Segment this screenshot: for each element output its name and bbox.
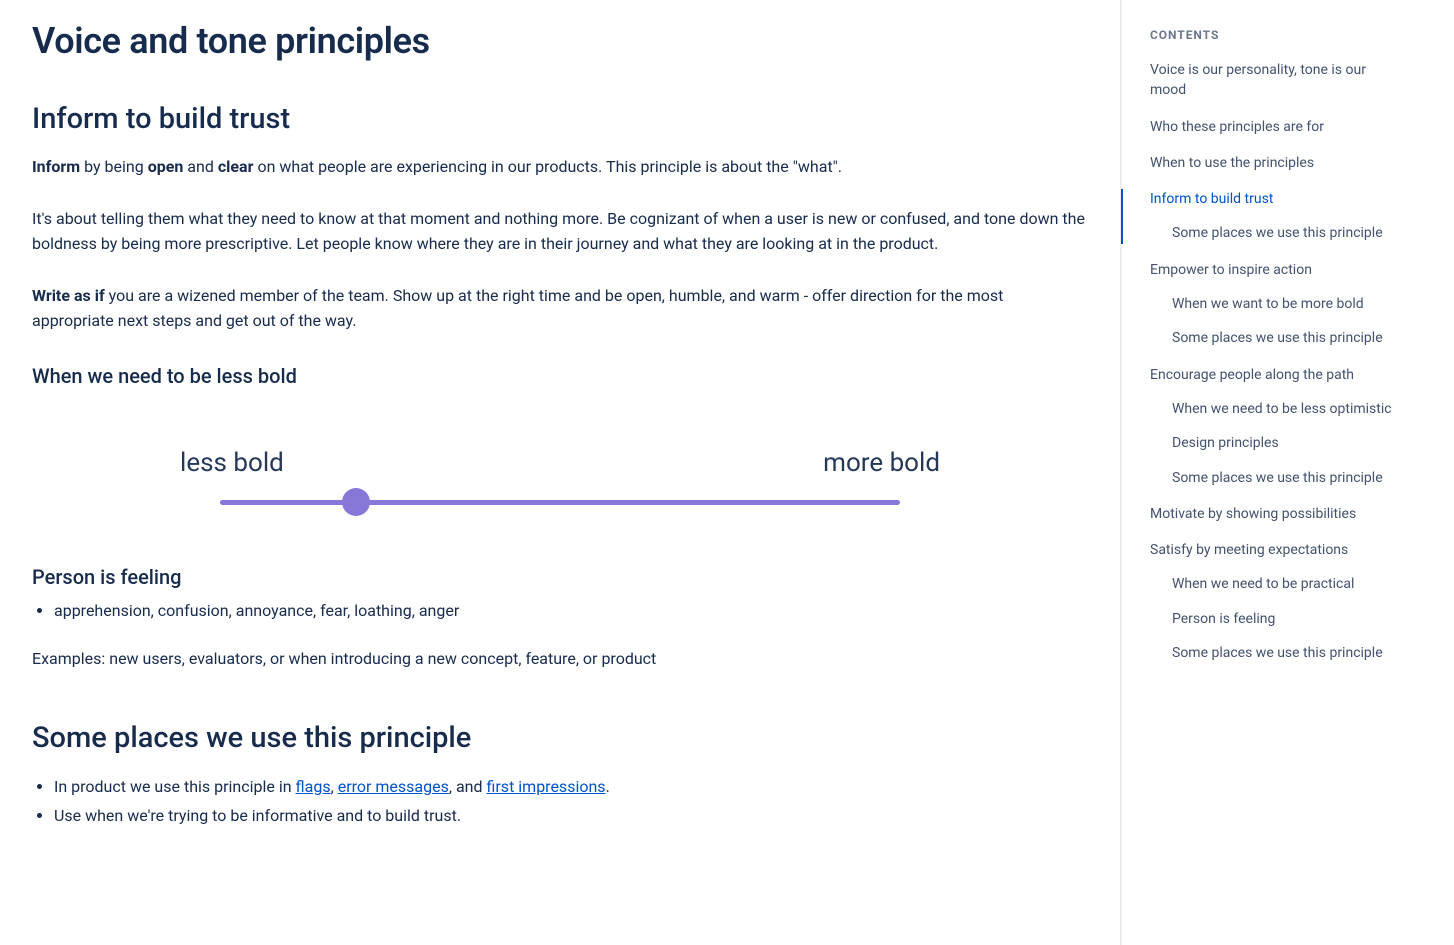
toc-item[interactable]: Empower to inspire action When we want to… <box>1150 260 1400 349</box>
toc-item-label: Inform to build trust <box>1150 191 1273 207</box>
toc-item[interactable]: Voice is our personality, tone is our mo… <box>1150 60 1400 101</box>
para-about: It's about telling them what they need t… <box>32 206 1088 257</box>
boldness-slider-figure: less bold more bold <box>160 448 960 505</box>
list-item: apprehension, confusion, annoyance, fear… <box>54 597 1088 626</box>
toc-item-label: Empower to inspire action <box>1150 262 1312 278</box>
toc-item[interactable]: Motivate by showing possibilities <box>1150 504 1400 524</box>
heading-some-places: Some places we use this principle <box>32 721 1088 755</box>
slider-label-right: more bold <box>823 448 940 478</box>
feeling-list: apprehension, confusion, annoyance, fear… <box>32 597 1088 626</box>
text: you are a wizened member of the team. Sh… <box>32 286 1003 331</box>
toc-subitem[interactable]: When we want to be more bold <box>1150 294 1400 314</box>
toc-subitem[interactable]: Person is feeling <box>1150 609 1400 629</box>
text: , and <box>449 777 487 796</box>
text: on what people are experiencing in our p… <box>253 157 842 176</box>
toc-item[interactable]: Who these principles are for <box>1150 117 1400 137</box>
toc-list: Voice is our personality, tone is our mo… <box>1150 60 1400 663</box>
heading-person-feeling: Person is feeling <box>32 565 1088 589</box>
list-item: In product we use this principle in flag… <box>54 773 1088 802</box>
toc-item[interactable]: Encourage people along the path When we n… <box>1150 365 1400 488</box>
text: by being <box>80 157 148 176</box>
toc-item[interactable]: When to use the principles <box>1150 153 1400 173</box>
slider-line <box>220 500 900 505</box>
main-content: Voice and tone principles Inform to buil… <box>0 0 1120 945</box>
link-flags[interactable]: flags <box>296 777 331 796</box>
toc-subitem[interactable]: Some places we use this principle <box>1150 643 1400 663</box>
link-error-messages[interactable]: error messages <box>338 777 449 796</box>
text: and <box>183 157 218 176</box>
toc-sublist: Some places we use this principle <box>1150 223 1400 243</box>
examples-line: Examples: new users, evaluators, or when… <box>32 646 1088 672</box>
toc-subitem[interactable]: When we need to be practical <box>1150 574 1400 594</box>
section-heading-inform: Inform to build trust <box>32 102 1088 136</box>
toc-subitem[interactable]: Some places we use this principle <box>1150 468 1400 488</box>
toc-subitem[interactable]: Design principles <box>1150 433 1400 453</box>
toc-item[interactable]: Inform to build trust Some places we use … <box>1150 189 1400 244</box>
text: In product we use this principle in <box>54 777 296 796</box>
contents-heading: CONTENTS <box>1150 28 1400 42</box>
toc-subitem[interactable]: Some places we use this principle <box>1150 223 1400 243</box>
toc-item-label: Motivate by showing possibilities <box>1150 506 1356 522</box>
link-first-impressions[interactable]: first impressions <box>487 777 606 796</box>
slider-track <box>220 500 900 505</box>
toc-item[interactable]: Satisfy by meeting expectations When we n… <box>1150 540 1400 663</box>
toc-item-label: Who these principles are for <box>1150 119 1324 135</box>
bold-write-as-if: Write as if <box>32 286 105 305</box>
text: , <box>331 777 338 796</box>
bold-clear: clear <box>218 157 254 176</box>
toc-item-label: Voice is our personality, tone is our mo… <box>1150 62 1366 98</box>
toc-item-label: Satisfy by meeting expectations <box>1150 542 1348 558</box>
toc-item-label: Encourage people along the path <box>1150 367 1354 383</box>
slider-thumb-icon <box>342 488 370 516</box>
bold-inform: Inform <box>32 157 80 176</box>
toc-sublist: When we want to be more bold Some places … <box>1150 294 1400 349</box>
text: . <box>606 777 610 796</box>
toc-item-label: When to use the principles <box>1150 155 1314 171</box>
bold-open: open <box>148 157 184 176</box>
slider-label-left: less bold <box>180 448 284 478</box>
places-list: In product we use this principle in flag… <box>32 773 1088 831</box>
para-write-as-if: Write as if you are a wizened member of … <box>32 283 1088 334</box>
page-title: Voice and tone principles <box>32 20 1088 62</box>
toc-sublist: When we need to be practical Person is fe… <box>1150 574 1400 663</box>
toc-sublist: When we need to be less optimistic Design… <box>1150 399 1400 488</box>
heading-less-bold: When we need to be less bold <box>32 364 1088 388</box>
para-inform: Inform by being open and clear on what p… <box>32 154 1088 180</box>
toc-subitem[interactable]: Some places we use this principle <box>1150 328 1400 348</box>
contents-sidebar: CONTENTS Voice is our personality, tone … <box>1120 0 1420 945</box>
toc-subitem[interactable]: When we need to be less optimistic <box>1150 399 1400 419</box>
list-item: Use when we're trying to be informative … <box>54 802 1088 831</box>
